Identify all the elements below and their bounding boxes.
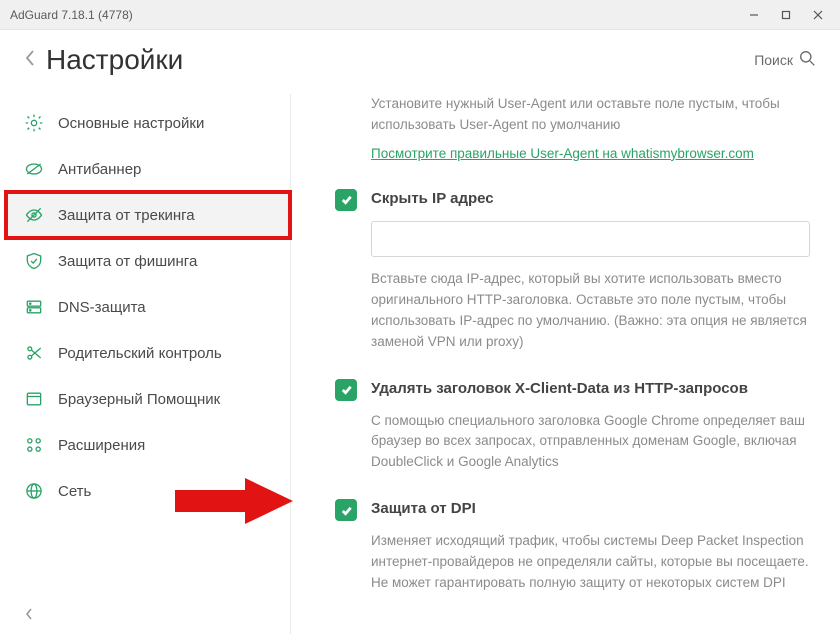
grid-icon [24, 435, 44, 455]
globe-icon [24, 481, 44, 501]
collapse-sidebar-button[interactable] [24, 607, 34, 626]
sidebar-item-label: DNS-защита [58, 299, 146, 316]
window-icon [24, 389, 44, 409]
minimize-button[interactable] [738, 2, 770, 28]
shield-icon [24, 251, 44, 271]
xclient-title: Удалять заголовок X-Client-Data из HTTP-… [371, 380, 748, 397]
sidebar-item-dns[interactable]: DNS-защита [6, 284, 290, 330]
xclient-description: С помощью специального заголовка Google … [371, 411, 810, 474]
server-icon [24, 297, 44, 317]
maximize-button[interactable] [770, 2, 802, 28]
sidebar-item-label: Родительский контроль [58, 345, 222, 362]
hide-ip-checkbox[interactable] [335, 189, 357, 211]
window-controls [738, 2, 834, 28]
sidebar-item-label: Защита от фишинга [58, 253, 197, 270]
sidebar-item-label: Антибаннер [58, 161, 141, 178]
page-header: Настройки Поиск [0, 30, 840, 94]
page-title: Настройки [46, 44, 754, 76]
sidebar-item-label: Расширения [58, 437, 145, 454]
eye-off-icon [24, 205, 44, 225]
sidebar-item-browser-assistant[interactable]: Браузерный Помощник [6, 376, 290, 422]
sidebar-item-label: Браузерный Помощник [58, 391, 220, 408]
xclient-checkbox[interactable] [335, 379, 357, 401]
sidebar-item-label: Защита от трекинга [58, 207, 195, 224]
window-title: AdGuard 7.18.1 (4778) [10, 8, 738, 22]
sidebar-item-extensions[interactable]: Расширения [6, 422, 290, 468]
sidebar-item-phishing[interactable]: Защита от фишинга [6, 238, 290, 284]
scissors-icon [24, 343, 44, 363]
user-agent-description: Установите нужный User-Agent или оставьт… [371, 94, 810, 136]
block-icon [24, 159, 44, 179]
sidebar-item-parental[interactable]: Родительский контроль [6, 330, 290, 376]
content-pane: Установите нужный User-Agent или оставьт… [290, 94, 840, 634]
search-label: Поиск [754, 52, 793, 68]
sidebar-item-tracking[interactable]: Защита от трекинга [6, 192, 290, 238]
sidebar-item-label: Основные настройки [58, 115, 204, 132]
setting-dpi: Защита от DPI Изменяет исходящий трафик,… [335, 499, 810, 594]
sidebar-item-label: Сеть [58, 483, 91, 500]
setting-hide-ip: Скрыть IP адрес Вставьте сюда IP-адрес, … [335, 189, 810, 353]
sidebar: Основные настройки Антибаннер Защита от … [0, 94, 290, 634]
setting-xclient: Удалять заголовок X-Client-Data из HTTP-… [335, 379, 810, 474]
hide-ip-input[interactable] [371, 221, 810, 257]
close-button[interactable] [802, 2, 834, 28]
hide-ip-title: Скрыть IP адрес [371, 190, 494, 207]
gear-icon [24, 113, 44, 133]
hide-ip-description: Вставьте сюда IP-адрес, который вы хотит… [371, 269, 810, 353]
dpi-description: Изменяет исходящий трафик, чтобы системы… [371, 531, 810, 594]
sidebar-item-antibanner[interactable]: Антибаннер [6, 146, 290, 192]
user-agent-link[interactable]: Посмотрите правильные User-Agent на what… [371, 146, 754, 161]
search-button[interactable]: Поиск [754, 50, 816, 70]
search-icon [799, 50, 816, 70]
sidebar-item-general[interactable]: Основные настройки [6, 100, 290, 146]
titlebar: AdGuard 7.18.1 (4778) [0, 0, 840, 30]
dpi-title: Защита от DPI [371, 500, 476, 517]
back-button[interactable] [24, 49, 36, 72]
dpi-checkbox[interactable] [335, 499, 357, 521]
sidebar-item-network[interactable]: Сеть [6, 468, 290, 514]
